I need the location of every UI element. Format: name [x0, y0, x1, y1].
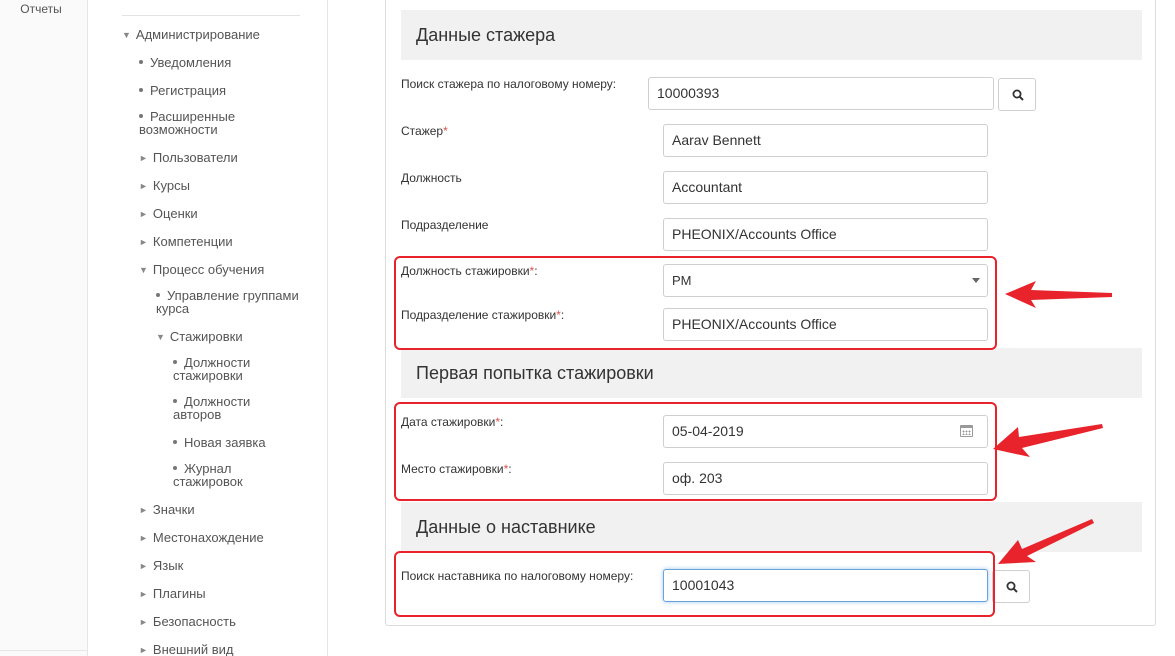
arrow-icon	[993, 281, 1112, 564]
annotation-arrows	[993, 281, 1112, 564]
